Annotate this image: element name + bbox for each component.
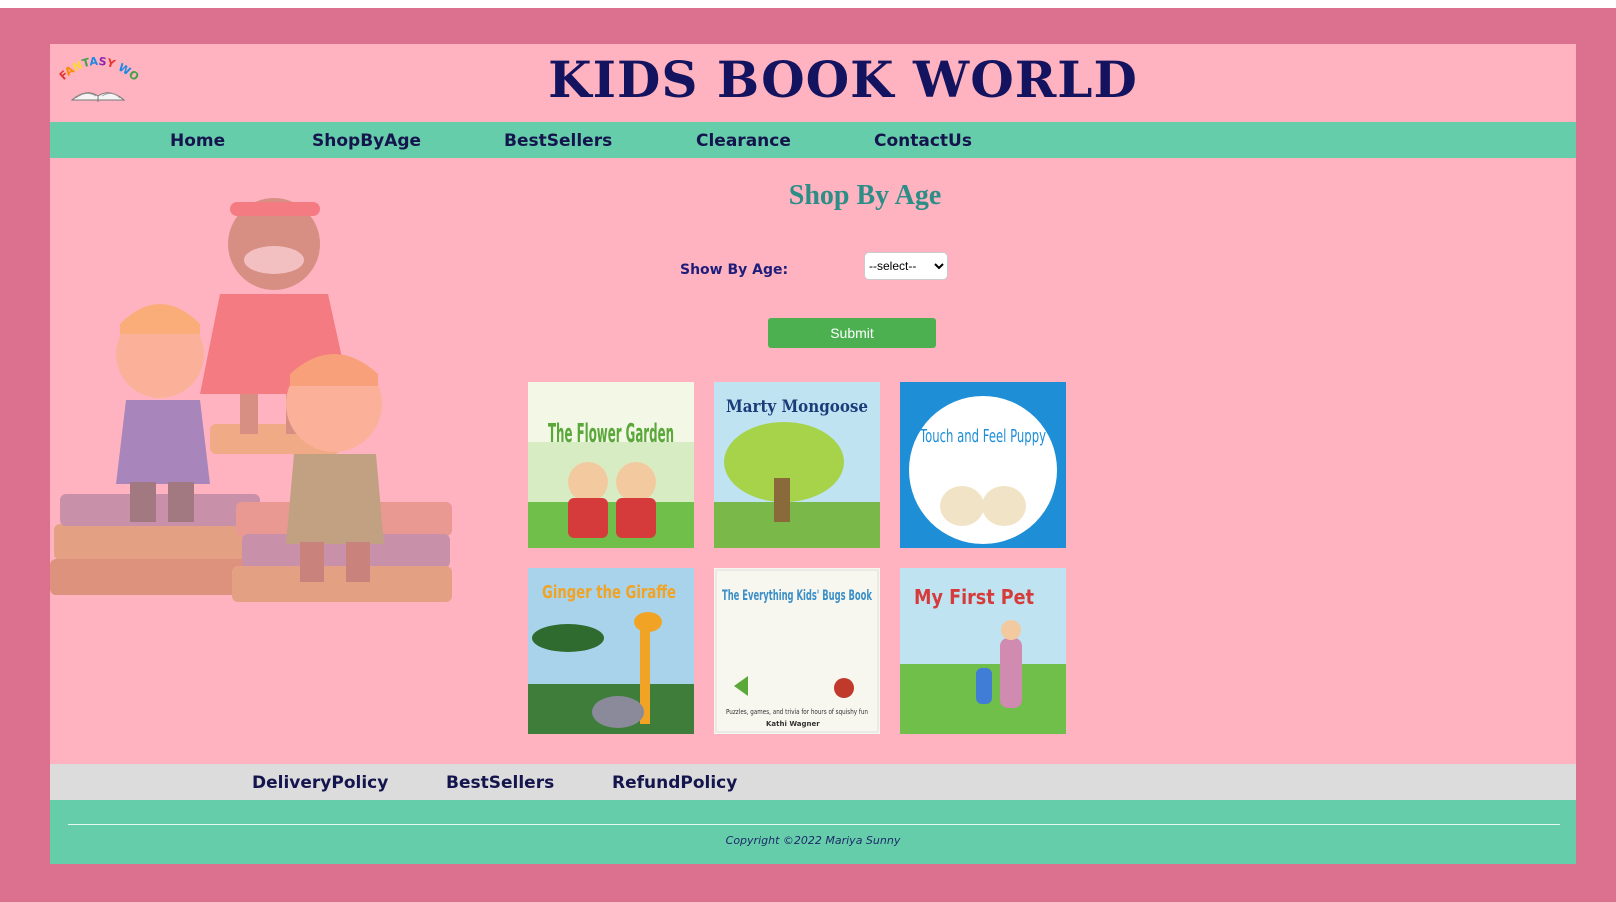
book-title-text: Touch and Feel Puppy bbox=[919, 426, 1046, 447]
footer-divider bbox=[68, 824, 1560, 825]
book-cover-bugs-book[interactable]: The Everything Kids' Bugs Book Puzzles, … bbox=[714, 568, 880, 734]
page-container: FANTASY WORLD KIDS BOOK WORLD Home ShopB… bbox=[50, 44, 1576, 864]
book-cover-flower-garden[interactable]: The Flower Garden bbox=[528, 382, 694, 548]
age-select[interactable]: --select-- bbox=[864, 252, 948, 280]
top-strip bbox=[0, 0, 1616, 8]
book-title-text: Ginger the Giraffe bbox=[542, 582, 676, 603]
book-title-text: My First Pet bbox=[914, 585, 1034, 609]
nav-item-clearance[interactable]: Clearance bbox=[696, 122, 791, 160]
age-filter-label: Show By Age: bbox=[680, 262, 789, 278]
nav-item-bestsellers[interactable]: BestSellers bbox=[504, 122, 612, 160]
nav-item-shopbyage[interactable]: ShopByAge bbox=[312, 122, 421, 160]
copyright-text: Copyright ©2022 Mariya Sunny bbox=[725, 834, 901, 847]
header: FANTASY WORLD KIDS BOOK WORLD bbox=[50, 44, 1576, 122]
nav-item-contactus[interactable]: ContactUs bbox=[874, 122, 972, 160]
book-title-text: The Flower Garden bbox=[548, 419, 674, 449]
book-cover-marty-mongoose[interactable]: Marty Mongoose bbox=[714, 382, 880, 548]
book-cover-ginger-giraffe[interactable]: Ginger the Giraffe bbox=[528, 568, 694, 734]
section-title: Shop By Age bbox=[788, 180, 942, 211]
main-nav: Home ShopByAge BestSellers Clearance Con… bbox=[50, 122, 1576, 158]
footer: Copyright ©2022 Mariya Sunny bbox=[50, 800, 1576, 864]
kids-on-books-illustration bbox=[50, 198, 452, 602]
book-cover-image: Ginger the Giraffe bbox=[528, 568, 694, 734]
book-cover-my-first-pet[interactable]: My First Pet bbox=[900, 568, 1066, 734]
book-cover-image: The Everything Kids' Bugs Book Puzzles, … bbox=[714, 568, 880, 734]
book-subtitle-text: Puzzles, games, and trivia for hours of … bbox=[726, 708, 868, 716]
book-author-text: Kathi Wagner bbox=[766, 720, 820, 728]
book-cover-image: Marty Mongoose bbox=[714, 382, 880, 548]
footer-link-refund-policy[interactable]: RefundPolicy bbox=[612, 764, 737, 802]
book-cover-image: The Flower Garden bbox=[528, 382, 694, 548]
book-title-text: The Everything Kids' Bugs Book bbox=[722, 588, 872, 604]
book-cover-image: My First Pet bbox=[900, 568, 1066, 734]
book-cover-image: Touch and Feel Puppy bbox=[900, 382, 1066, 548]
book-title-text: Marty Mongoose bbox=[726, 397, 868, 417]
footer-link-bestsellers[interactable]: BestSellers bbox=[446, 764, 554, 802]
nav-item-home[interactable]: Home bbox=[170, 122, 225, 160]
submit-button[interactable]: Submit bbox=[768, 318, 936, 348]
site-title: KIDS BOOK WORLD bbox=[548, 50, 1138, 109]
footer-link-delivery-policy[interactable]: DeliveryPolicy bbox=[252, 764, 388, 802]
book-cover-puppy[interactable]: Touch and Feel Puppy bbox=[900, 382, 1066, 548]
footer-links-bar: DeliveryPolicy BestSellers RefundPolicy bbox=[50, 764, 1576, 800]
